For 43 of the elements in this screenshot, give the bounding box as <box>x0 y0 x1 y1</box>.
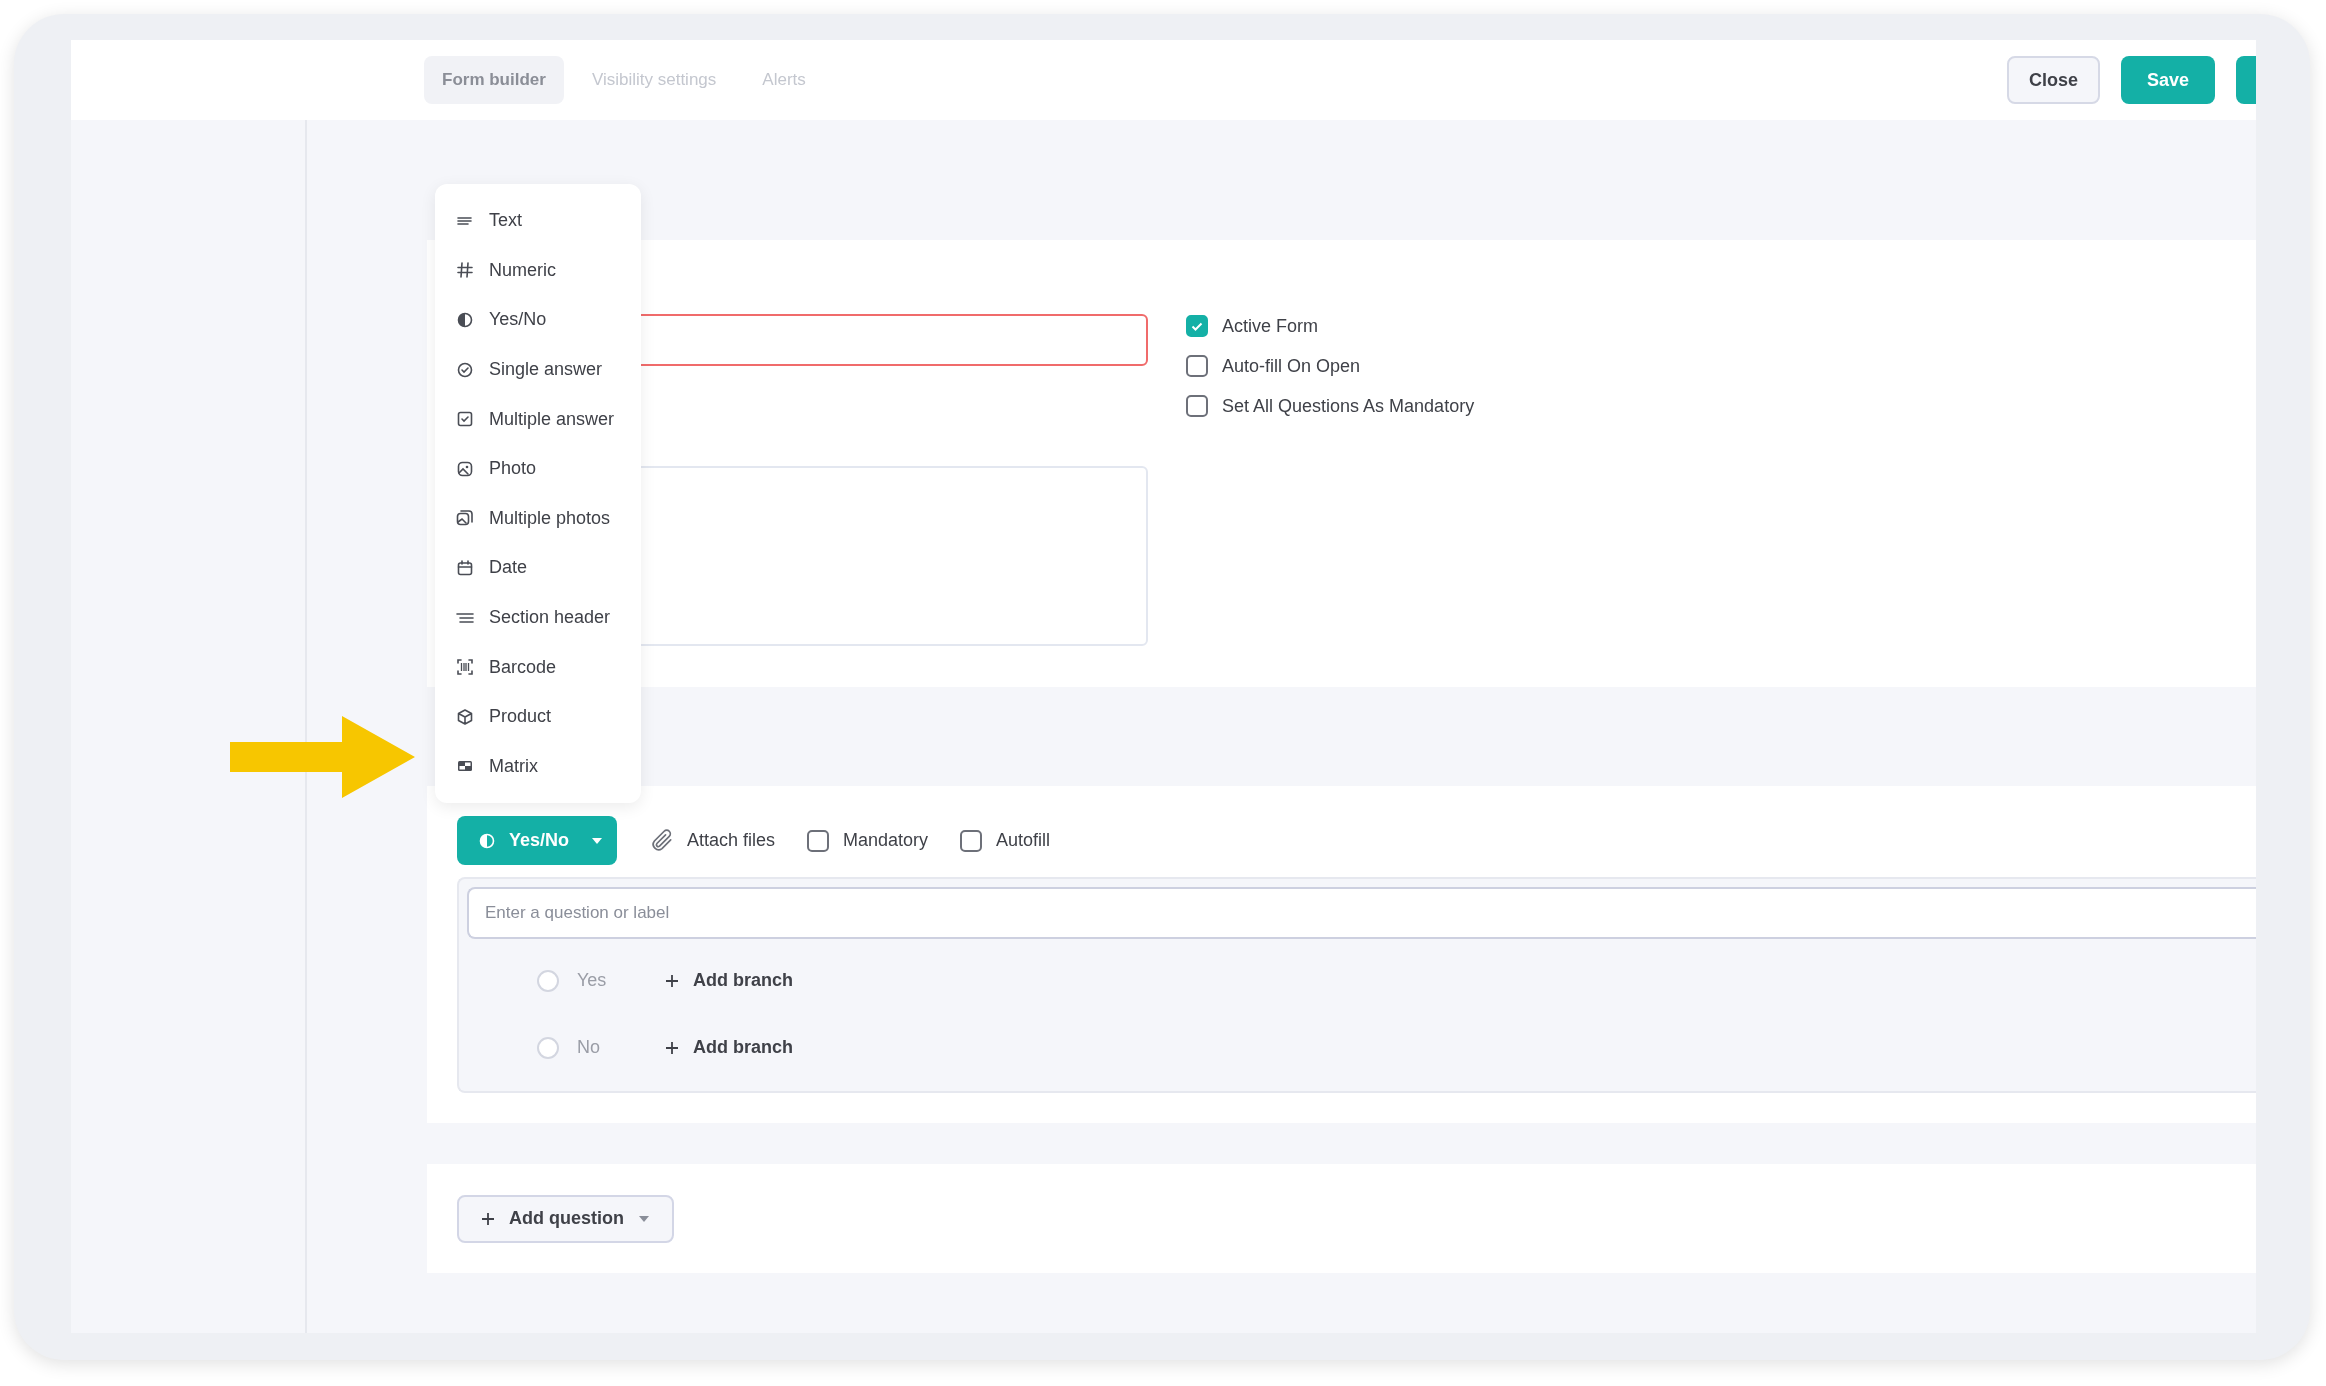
calendar-icon <box>455 557 475 578</box>
menu-item[interactable]: Text <box>435 196 641 246</box>
add-question-button[interactable]: Add question <box>457 1194 674 1243</box>
cube-icon <box>455 706 475 727</box>
menu-item[interactable]: Matrix <box>435 741 641 792</box>
checkbox-label: Mandatory <box>843 829 929 852</box>
menu-item[interactable]: Multiple answer <box>435 394 641 444</box>
checkbox[interactable] <box>960 829 983 852</box>
checkbox-label: Active Form <box>1222 314 1318 338</box>
plus-icon <box>665 1040 679 1055</box>
plus-icon <box>665 973 679 988</box>
plus-icon <box>481 1211 495 1226</box>
menu-item[interactable]: Single answer <box>435 344 641 395</box>
checkbox-label: Set All Questions As Mandatory <box>1222 394 1475 418</box>
checkbox[interactable] <box>1186 315 1208 337</box>
checkbox[interactable] <box>1186 355 1208 377</box>
menu-item[interactable]: Numeric <box>435 245 641 296</box>
checkbox-label: Autofill <box>996 829 1051 852</box>
caret-icon <box>638 1214 650 1223</box>
caret-icon <box>591 836 604 845</box>
hash-icon <box>455 260 475 281</box>
question-input[interactable]: Enter a question or label <box>467 887 2256 939</box>
menu-item[interactable]: Product <box>435 691 641 742</box>
checkbox[interactable] <box>807 829 830 852</box>
half-circle-icon <box>455 310 475 330</box>
checkbox[interactable] <box>1186 395 1208 417</box>
menu-item[interactable]: Date <box>435 543 641 593</box>
answer-label: No <box>577 1036 601 1059</box>
menu-item[interactable]: Yes/No <box>435 295 641 345</box>
add-branch-button[interactable]: Add branch <box>665 967 793 994</box>
radio-button[interactable] <box>537 1036 559 1059</box>
button[interactable] <box>2236 56 2256 104</box>
close-button[interactable]: Close <box>2006 56 2100 104</box>
menu-item[interactable]: Multiple photos <box>435 493 641 544</box>
menu-item[interactable]: Barcode <box>435 642 641 692</box>
answer-label: Yes <box>577 969 608 992</box>
checkbox-label: Auto-fill On Open <box>1222 354 1361 378</box>
menu-item[interactable]: Photo <box>435 443 641 494</box>
add-branch-button[interactable]: Add branch <box>665 1034 793 1061</box>
barcode-icon <box>455 657 475 678</box>
attach-files-button[interactable]: Attach files <box>649 827 776 854</box>
radio-button[interactable] <box>537 969 559 992</box>
menu-item[interactable]: Section header <box>435 592 641 643</box>
